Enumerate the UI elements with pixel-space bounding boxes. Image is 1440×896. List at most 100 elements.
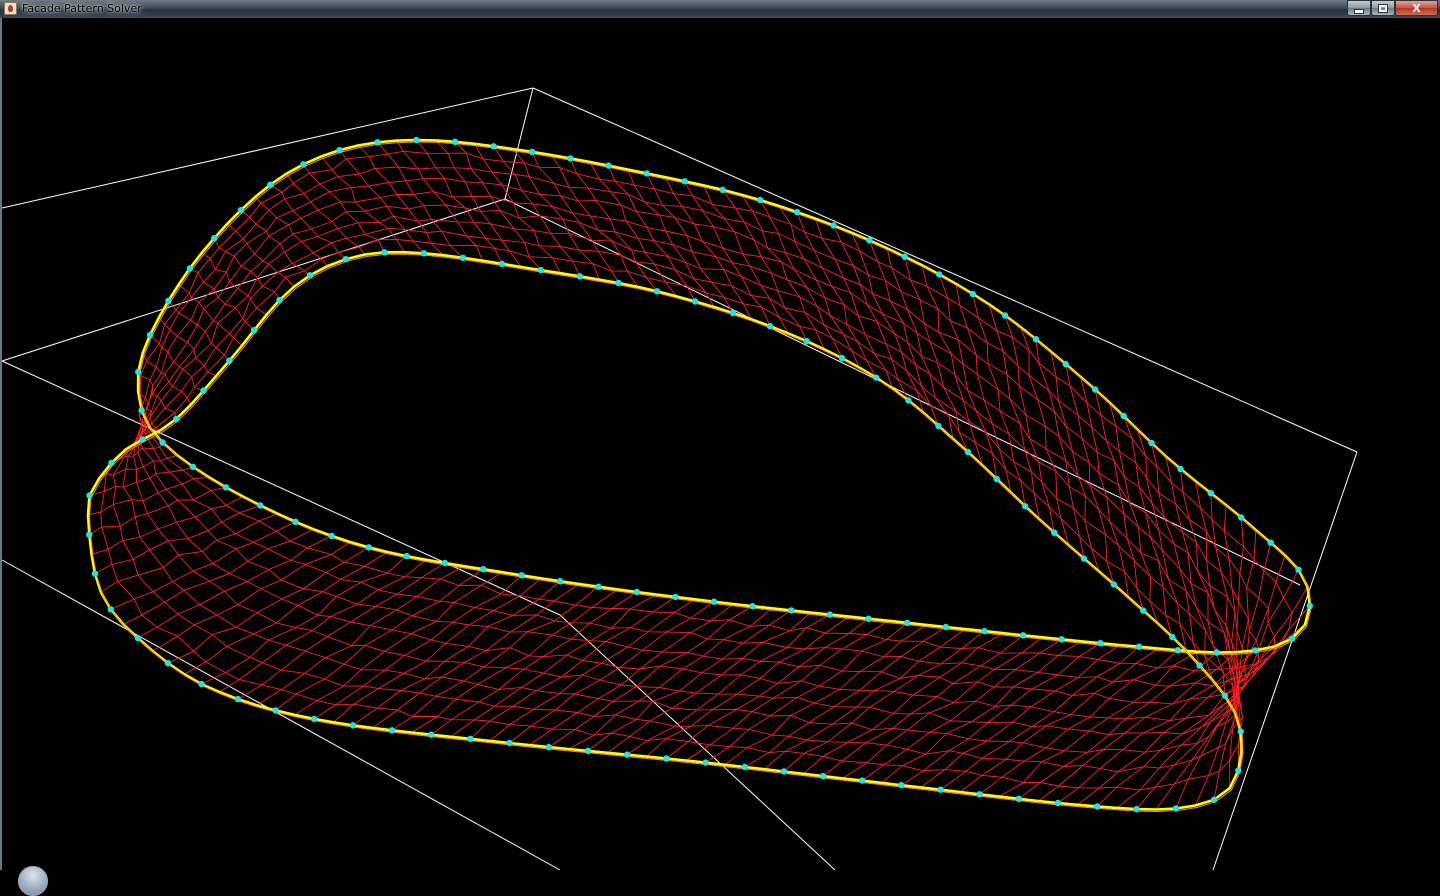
control-point: [451, 138, 459, 145]
control-point: [672, 593, 679, 601]
control-point: [1080, 555, 1088, 562]
control-point: [937, 786, 944, 793]
control-point: [1172, 805, 1180, 812]
control-point: [584, 747, 592, 755]
control-point: [403, 552, 410, 560]
control-point: [1133, 805, 1140, 813]
mesh-line: [168, 300, 230, 362]
box-edge: [1, 360, 561, 616]
mesh-line: [587, 610, 792, 752]
control-point: [865, 615, 872, 622]
control-point: [1051, 529, 1058, 536]
control-point: [904, 619, 911, 626]
control-point: [528, 148, 536, 155]
mesh-line: [1109, 402, 1159, 624]
mesh-line: [138, 166, 1275, 687]
mesh-line: [213, 238, 280, 301]
control-point: [467, 735, 474, 742]
control-point: [388, 727, 396, 734]
control-point: [139, 436, 146, 443]
control-point: [969, 290, 976, 298]
mesh-line: [137, 535, 332, 639]
mesh-line: [256, 565, 465, 706]
control-point: [441, 559, 448, 567]
control-point: [935, 422, 942, 430]
mesh-line: [1180, 468, 1226, 696]
control-point: [107, 606, 115, 613]
control-point: [198, 680, 205, 688]
control-point: [719, 186, 726, 193]
mesh-line: [1136, 605, 1311, 810]
application-window: Facade Pattern Solver X: [0, 0, 1440, 896]
control-point: [1054, 799, 1062, 807]
control-point: [1148, 439, 1155, 447]
mesh-line: [396, 140, 483, 261]
mesh-line: [358, 145, 444, 256]
control-point: [134, 634, 141, 642]
control-point: [135, 368, 142, 376]
control-point: [226, 357, 233, 364]
control-point: [936, 271, 943, 278]
control-point: [793, 208, 801, 216]
bottom-boundary-curve: [86, 250, 1243, 811]
control-point: [86, 531, 93, 538]
control-point: [1207, 490, 1215, 497]
control-point: [780, 768, 788, 775]
control-point: [905, 397, 912, 404]
control-point: [710, 598, 718, 605]
mesh-line: [450, 594, 657, 738]
control-point: [741, 763, 748, 771]
scene-svg: [1, 87, 1358, 870]
control-point: [556, 578, 564, 585]
mesh-line: [1018, 652, 1217, 800]
control-point: [624, 751, 631, 758]
control-point: [1267, 539, 1274, 546]
control-point: [1196, 662, 1203, 669]
control-point: [257, 502, 264, 509]
control-point: [164, 660, 172, 667]
control-point: [108, 459, 115, 467]
control-point: [819, 772, 827, 780]
control-point: [1295, 566, 1302, 573]
control-point: [328, 532, 335, 540]
control-point: [788, 607, 795, 614]
mesh-line: [705, 622, 908, 763]
control-point: [859, 777, 866, 784]
control-point: [1235, 767, 1242, 774]
control-point: [186, 265, 193, 272]
control-point: [1210, 796, 1218, 803]
mesh-line: [568, 607, 773, 750]
control-point: [480, 566, 487, 573]
mesh-line: [783, 630, 985, 772]
mesh-line: [1050, 351, 1100, 572]
control-point: [292, 518, 299, 525]
control-point: [653, 288, 661, 295]
control-point: [1019, 632, 1027, 639]
control-point: [381, 249, 388, 256]
control-point: [374, 139, 381, 146]
control-point: [86, 492, 93, 499]
mesh-line: [133, 204, 1240, 735]
top-boundary-curve: [136, 138, 1312, 654]
control-point: [498, 260, 506, 267]
3d-viewport[interactable]: [0, 18, 1440, 870]
mesh-line: [548, 605, 753, 748]
start-orb-icon[interactable]: [18, 866, 48, 896]
mesh-line: [881, 640, 1082, 784]
control-point: [1058, 636, 1065, 643]
control-point: [1237, 728, 1244, 735]
control-point: [866, 237, 873, 244]
control-point: [1238, 514, 1245, 521]
control-point: [964, 448, 972, 456]
control-point: [349, 722, 357, 729]
control-point: [605, 162, 612, 169]
control-point: [766, 322, 774, 330]
control-point: [545, 743, 552, 751]
control-point: [898, 782, 905, 789]
control-point: [459, 254, 467, 261]
boundary-curves: [86, 138, 1312, 813]
control-point: [1091, 386, 1099, 393]
mesh-line: [1080, 376, 1129, 598]
mesh-line: [435, 140, 522, 268]
mesh-line: [1094, 389, 1144, 611]
